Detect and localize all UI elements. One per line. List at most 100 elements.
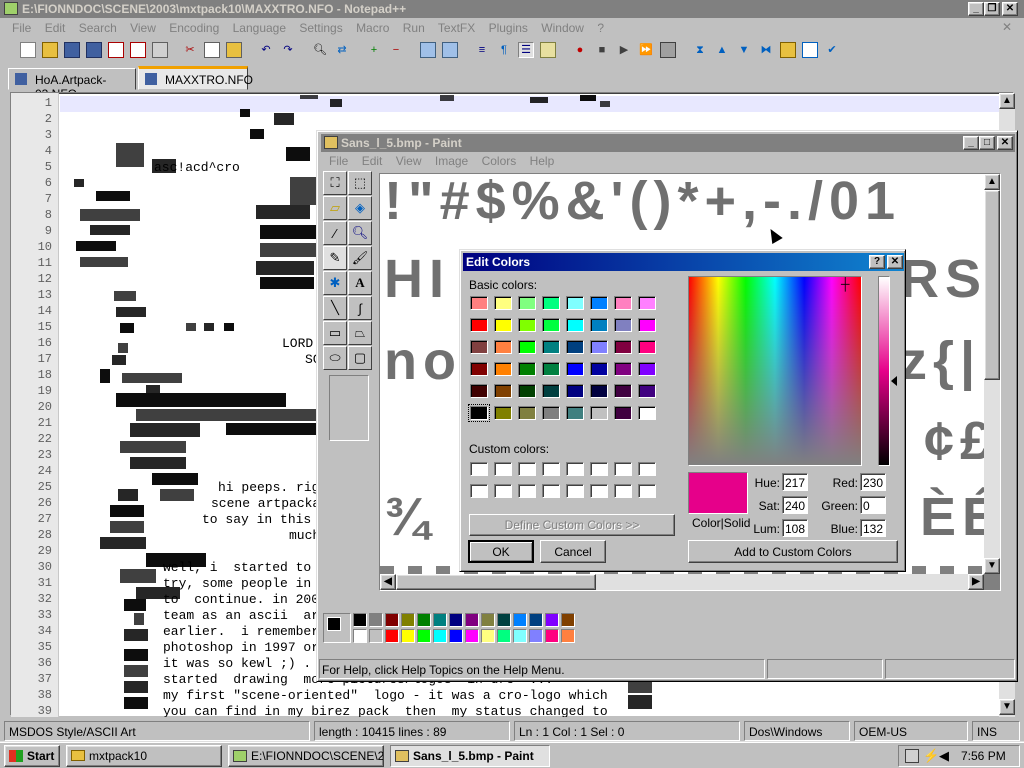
palette-color-swatch[interactable] — [369, 629, 383, 643]
basic-color-swatch[interactable] — [566, 296, 584, 310]
custom-color-swatch[interactable] — [518, 484, 536, 498]
basic-color-swatch[interactable] — [614, 318, 632, 332]
scroll-down-icon[interactable]: ▼ — [999, 699, 1015, 715]
basic-color-swatch[interactable] — [542, 384, 560, 398]
palette-color-swatch[interactable] — [401, 613, 415, 627]
basic-color-swatch[interactable] — [542, 362, 560, 376]
undo-icon[interactable]: ↶ — [258, 42, 274, 58]
dialog-title-bar[interactable]: Edit Colors ? ✕ — [463, 253, 904, 271]
clock[interactable]: 7:56 PM — [961, 749, 1006, 763]
palette-color-swatch[interactable] — [497, 629, 511, 643]
dialog-close-button[interactable]: ✕ — [887, 255, 903, 269]
menu-run[interactable]: Run — [403, 21, 425, 35]
basic-color-swatch[interactable] — [614, 362, 632, 376]
palette-color-swatch[interactable] — [545, 629, 559, 643]
sync-h-icon[interactable] — [442, 42, 458, 58]
basic-color-swatch[interactable] — [590, 384, 608, 398]
brush-icon[interactable]: 🖌︎ — [348, 246, 372, 270]
color-picker-icon[interactable]: ⁄ — [323, 221, 347, 245]
run-macro-multiple-icon[interactable]: ⏩ — [638, 42, 654, 58]
blue-field[interactable]: 132 — [860, 519, 886, 537]
custom-color-swatch[interactable] — [470, 484, 488, 498]
paint-menu-edit[interactable]: Edit — [362, 154, 383, 168]
magnifier-icon[interactable]: 🔍︎ — [348, 221, 372, 245]
basic-color-swatch[interactable] — [518, 318, 536, 332]
basic-color-swatch[interactable] — [614, 406, 632, 420]
save-macro-icon[interactable] — [660, 42, 676, 58]
text-icon[interactable]: A — [348, 271, 372, 295]
basic-color-swatch[interactable] — [638, 362, 656, 376]
zoom-in-icon[interactable]: + — [366, 42, 382, 58]
menu-language[interactable]: Language — [233, 21, 286, 35]
line-icon[interactable]: ╲ — [323, 296, 347, 320]
basic-color-swatch[interactable] — [494, 340, 512, 354]
tray-scheduler-icon[interactable] — [905, 749, 919, 763]
palette-color-swatch[interactable] — [385, 629, 399, 643]
paint-close-button[interactable]: ✕ — [997, 136, 1013, 150]
basic-color-swatch[interactable] — [494, 406, 512, 420]
wrap-icon[interactable]: ≡ — [474, 42, 490, 58]
menu-view[interactable]: View — [130, 21, 156, 35]
paint-title-bar[interactable]: Sans_l_5.bmp - Paint _ □ ✕ — [321, 134, 1015, 152]
canvas-scroll-right-icon[interactable]: ▶ — [968, 574, 984, 590]
fill-icon[interactable]: ◈ — [348, 196, 372, 220]
basic-color-swatch[interactable] — [566, 406, 584, 420]
luminance-arrow-icon[interactable] — [891, 376, 897, 386]
basic-color-swatch[interactable] — [518, 340, 536, 354]
palette-color-swatch[interactable] — [465, 629, 479, 643]
tool-options-box[interactable] — [329, 375, 369, 441]
basic-color-swatch[interactable] — [470, 362, 488, 376]
free-select-icon[interactable]: ⛶ — [323, 171, 347, 195]
tray-volume-icon[interactable]: ◀ — [939, 748, 949, 764]
canvas-scroll-up-icon[interactable]: ▲ — [984, 174, 1000, 190]
restore-button[interactable]: ❐ — [984, 2, 1000, 16]
basic-color-swatch[interactable] — [566, 340, 584, 354]
custom-color-swatch[interactable] — [494, 484, 512, 498]
paint-minimize-button[interactable]: _ — [963, 136, 979, 150]
hue-field[interactable]: 217 — [782, 473, 808, 491]
custom-color-swatch[interactable] — [638, 462, 656, 476]
basic-color-swatch[interactable] — [566, 384, 584, 398]
basic-color-swatch[interactable] — [470, 318, 488, 332]
close-doc-icon[interactable]: ✕ — [1002, 20, 1012, 34]
play-macro-icon[interactable]: ▶ — [616, 42, 632, 58]
add-to-custom-colors-button[interactable]: Add to Custom Colors — [688, 540, 898, 563]
airbrush-icon[interactable]: ✱ — [323, 271, 347, 295]
palette-color-swatch[interactable] — [481, 629, 495, 643]
basic-color-swatch[interactable] — [566, 362, 584, 376]
paint-menu-image[interactable]: Image — [435, 154, 468, 168]
basic-color-swatch[interactable] — [590, 318, 608, 332]
menu-file[interactable]: File — [12, 21, 31, 35]
palette-color-swatch[interactable] — [561, 613, 575, 627]
custom-color-swatch[interactable] — [638, 484, 656, 498]
basic-color-swatch[interactable] — [518, 362, 536, 376]
scroll-up-icon[interactable]: ▲ — [999, 93, 1015, 109]
basic-color-swatch[interactable] — [614, 340, 632, 354]
ok-button[interactable]: OK — [468, 540, 534, 563]
menu-search[interactable]: Search — [79, 21, 117, 35]
menu-settings[interactable]: Settings — [299, 21, 342, 35]
palette-color-swatch[interactable] — [417, 613, 431, 627]
polygon-icon[interactable]: ⏢ — [348, 321, 372, 345]
plugin-2-icon[interactable]: ▲ — [714, 42, 730, 58]
palette-color-swatch[interactable] — [401, 629, 415, 643]
start-button[interactable]: Start — [4, 745, 60, 767]
spellcheck-icon[interactable]: ✔ — [824, 42, 840, 58]
menu-plugins[interactable]: Plugins — [489, 21, 528, 35]
basic-color-swatch[interactable] — [470, 296, 488, 310]
menu-macro[interactable]: Macro — [356, 21, 389, 35]
basic-color-swatch[interactable] — [542, 406, 560, 420]
color-spectrum[interactable]: ┼ — [688, 276, 862, 466]
rectangle-icon[interactable]: ▭ — [323, 321, 347, 345]
palette-color-swatch[interactable] — [497, 613, 511, 627]
green-field[interactable]: 0 — [860, 496, 886, 514]
palette-color-swatch[interactable] — [513, 613, 527, 627]
custom-color-swatch[interactable] — [614, 462, 632, 476]
basic-color-swatch[interactable] — [614, 296, 632, 310]
basic-color-swatch[interactable] — [494, 384, 512, 398]
palette-color-swatch[interactable] — [545, 613, 559, 627]
sat-field[interactable]: 240 — [782, 496, 808, 514]
basic-color-swatch[interactable] — [518, 384, 536, 398]
stop-macro-icon[interactable]: ■ — [594, 42, 610, 58]
custom-color-swatch[interactable] — [566, 484, 584, 498]
